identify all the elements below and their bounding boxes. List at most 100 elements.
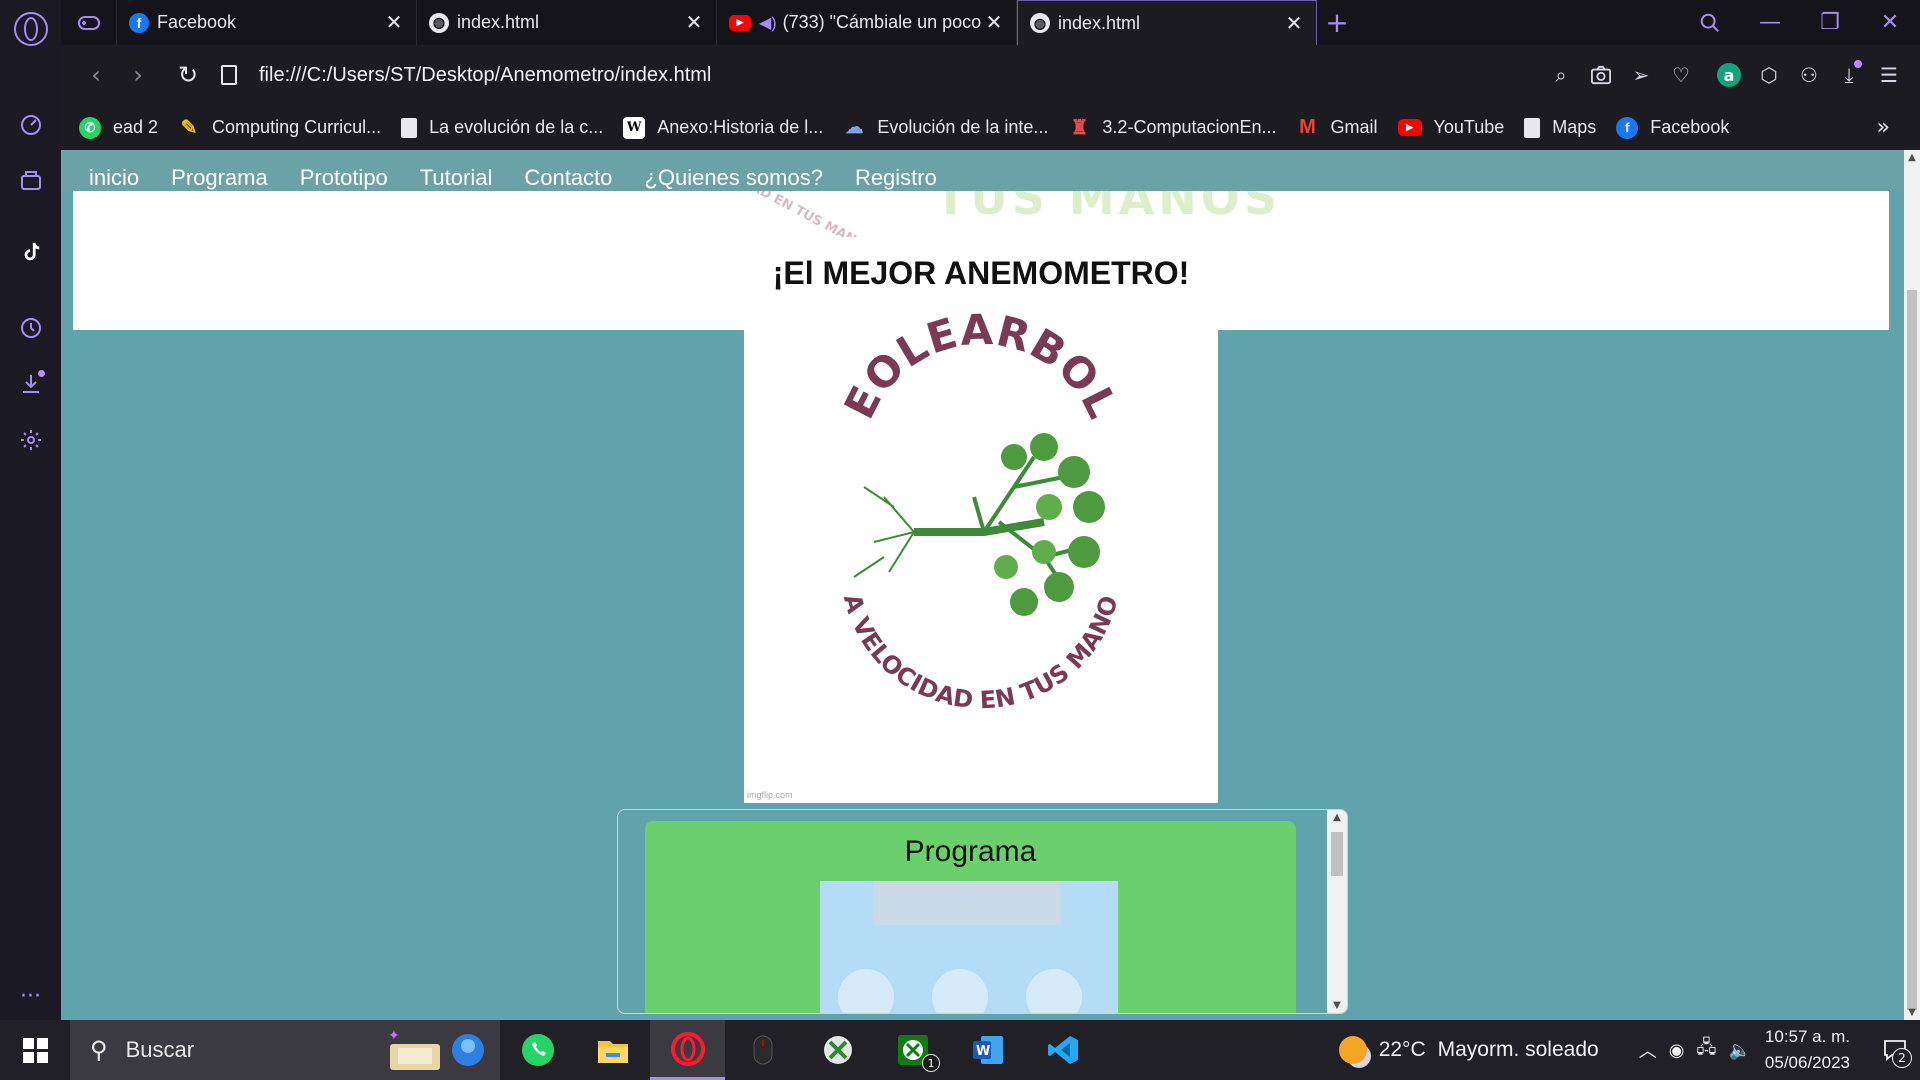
profile-icon[interactable]: ⚇ [1792, 58, 1826, 92]
globe-icon: ◍ [429, 12, 449, 33]
nav-link-registro[interactable]: Registro [855, 165, 937, 191]
bookmark-evolucion-inte[interactable]: ☁ Evolución de la inte... [843, 117, 1048, 139]
bookmark-gmail[interactable]: M Gmail [1297, 116, 1377, 139]
clock[interactable]: 10:57 a. m. 05/06/2023 [1765, 1024, 1850, 1076]
tab-search-icon[interactable] [1680, 0, 1740, 45]
settings-gear-icon[interactable] [13, 422, 49, 458]
windows-start-icon[interactable] [0, 1020, 70, 1080]
bookmark-facebook[interactable]: f Facebook [1616, 116, 1729, 139]
frame-scrollbar[interactable]: ▲ ▼ [1327, 810, 1347, 1013]
vscode-icon[interactable] [1025, 1020, 1100, 1080]
file-explorer-icon[interactable] [575, 1020, 650, 1080]
notifications-icon[interactable]: 2 [1870, 1020, 1920, 1080]
tab-facebook[interactable]: f Facebook ✕ [117, 0, 417, 45]
nav-link-programa[interactable]: Programa [171, 165, 268, 191]
user-icon [838, 969, 894, 1013]
minimize-icon[interactable]: — [1740, 0, 1800, 45]
bookmark-computing-curricula[interactable]: ✎ Computing Curricul... [178, 117, 381, 139]
easy-setup-icon[interactable]: ☰ [1872, 58, 1906, 92]
xbox-icon[interactable] [800, 1020, 875, 1080]
close-tab-icon[interactable]: ✕ [984, 10, 1004, 35]
workspaces-icon[interactable] [13, 162, 49, 198]
close-window-icon[interactable]: ✕ [1860, 0, 1920, 45]
heart-icon[interactable]: ♡ [1664, 58, 1698, 92]
record-indicator-icon[interactable]: ◉ [1669, 1040, 1685, 1061]
restore-icon[interactable]: ❐ [1800, 0, 1860, 45]
gear-icon [932, 969, 988, 1013]
taskbar-search[interactable]: ⚲ Buscar ✦ [70, 1020, 500, 1080]
globe-icon: ◍ [1030, 13, 1050, 33]
search-highlight-illustration-icon: ✦ [388, 1027, 484, 1070]
speaker-icon[interactable]: ◀) [759, 13, 777, 33]
weather-widget[interactable]: 22°C Mayorm. soleado [1338, 1036, 1599, 1064]
close-tab-icon[interactable]: ✕ [1284, 11, 1304, 36]
send-icon[interactable]: ➢ [1624, 58, 1658, 92]
downloads-icon[interactable] [13, 366, 49, 402]
speed-dial-icon[interactable] [13, 106, 49, 142]
url-field[interactable]: file:///C:/Users/ST/Desktop/Anemometro/i… [221, 64, 1544, 87]
show-hidden-icons-chevron-icon[interactable]: ︿ [1639, 1037, 1657, 1063]
bookmark-maps[interactable]: Maps [1524, 117, 1596, 138]
document-icon [1524, 117, 1541, 138]
nav-link-contacto[interactable]: Contacto [524, 165, 612, 191]
program-title: Programa [904, 835, 1037, 868]
window-controls: — ❐ ✕ [1680, 0, 1920, 45]
hero-card: ¡El MEJOR ANEMOMETRO! EOLEARBOL A VELOCI… [744, 237, 1218, 803]
bookmark-evolucion-c[interactable]: La evolución de la c... [401, 117, 603, 138]
close-tab-icon[interactable]: ✕ [384, 10, 404, 35]
reload-icon[interactable]: ↻ [167, 54, 209, 96]
aria-button[interactable]: a [1712, 58, 1746, 92]
tiktok-icon[interactable] [13, 234, 49, 270]
forward-icon[interactable]: › [117, 54, 159, 96]
bookmark-computacion[interactable]: ♜ 3.2-ComputacionEn... [1068, 117, 1276, 139]
tab-index-html[interactable]: ◍ index.html ✕ [417, 0, 717, 45]
tab-index-html-active[interactable]: ◍ index.html ✕ [1017, 0, 1317, 45]
download-icon[interactable]: ⤓ [1832, 58, 1866, 92]
gaming-controller-icon[interactable] [61, 0, 117, 45]
bookmark-ead2[interactable]: ✆ ead 2 [79, 116, 159, 139]
more-options-icon[interactable]: ··· [13, 978, 49, 1014]
bookmark-label: Anexo:Historia de l... [657, 117, 824, 137]
search-icon: ⚲ [90, 1036, 108, 1064]
page-scrollbar[interactable]: ▲ ▼ [1904, 150, 1920, 1020]
nav-link-inicio[interactable]: inicio [89, 165, 139, 191]
word-icon[interactable]: W [950, 1020, 1025, 1080]
new-tab-button[interactable]: + [1317, 0, 1357, 45]
bookmark-anexo-historia[interactable]: W Anexo:Historia de l... [623, 116, 824, 139]
snapshot-camera-icon[interactable] [1584, 58, 1618, 92]
bookmark-label: ead 2 [113, 117, 159, 137]
mouse-app-icon[interactable] [725, 1020, 800, 1080]
volume-icon[interactable]: 🔈 [1728, 1040, 1750, 1061]
svg-text:✦: ✦ [388, 1027, 400, 1043]
nav-link-prototipo[interactable]: Prototipo [300, 165, 388, 191]
notification-count: 2 [1892, 1048, 1912, 1068]
program-card: Programa [645, 821, 1296, 1013]
logo-top-text: EOLEARBOL [835, 307, 1127, 426]
weather-condition: Mayorm. soleado [1437, 1038, 1599, 1061]
nav-link-tutorial[interactable]: Tutorial [420, 165, 493, 191]
close-tab-icon[interactable]: ✕ [684, 10, 704, 35]
imgflip-watermark: imgflip.com [747, 790, 793, 800]
history-icon[interactable] [13, 310, 49, 346]
embedded-frame[interactable]: Programa ▲ ▼ [617, 809, 1348, 1014]
opera-icon[interactable] [650, 1020, 725, 1080]
app-screenshot [820, 881, 1118, 1013]
nav-link-quienes-somos[interactable]: ¿Quienes somos? [644, 165, 823, 191]
whatsapp-icon[interactable] [500, 1020, 575, 1080]
opera-logo-icon[interactable] [13, 12, 48, 46]
app-header-image [873, 881, 1061, 925]
url-text[interactable]: file:///C:/Users/ST/Desktop/Anemometro/i… [259, 64, 711, 87]
xbox-game-bar-icon[interactable]: 1 [875, 1020, 950, 1080]
more-bookmarks-chevron-icon[interactable]: » [1877, 115, 1890, 140]
browser-sidebar: ··· [0, 0, 61, 1020]
bookmark-label: Maps [1552, 117, 1597, 137]
back-icon[interactable]: ‹ [75, 54, 117, 96]
windows-taskbar: ⚲ Buscar ✦ 1 W 22°C Mayorm. soleado ︿ ◉ … [0, 1020, 1920, 1080]
extensions-cube-icon[interactable]: ⬡ [1752, 58, 1786, 92]
bookmark-label: Computing Curricul... [212, 117, 382, 137]
bookmark-youtube[interactable]: ▶ YouTube [1397, 117, 1504, 138]
bookmark-label: Evolución de la inte... [877, 117, 1049, 137]
network-icon[interactable]: 🖧 [1696, 1035, 1716, 1065]
find-in-page-icon[interactable]: ⌕ [1544, 58, 1578, 92]
tab-youtube[interactable]: ▶ ◀) (733) "Cámbiale un poco ✕ [717, 0, 1017, 45]
